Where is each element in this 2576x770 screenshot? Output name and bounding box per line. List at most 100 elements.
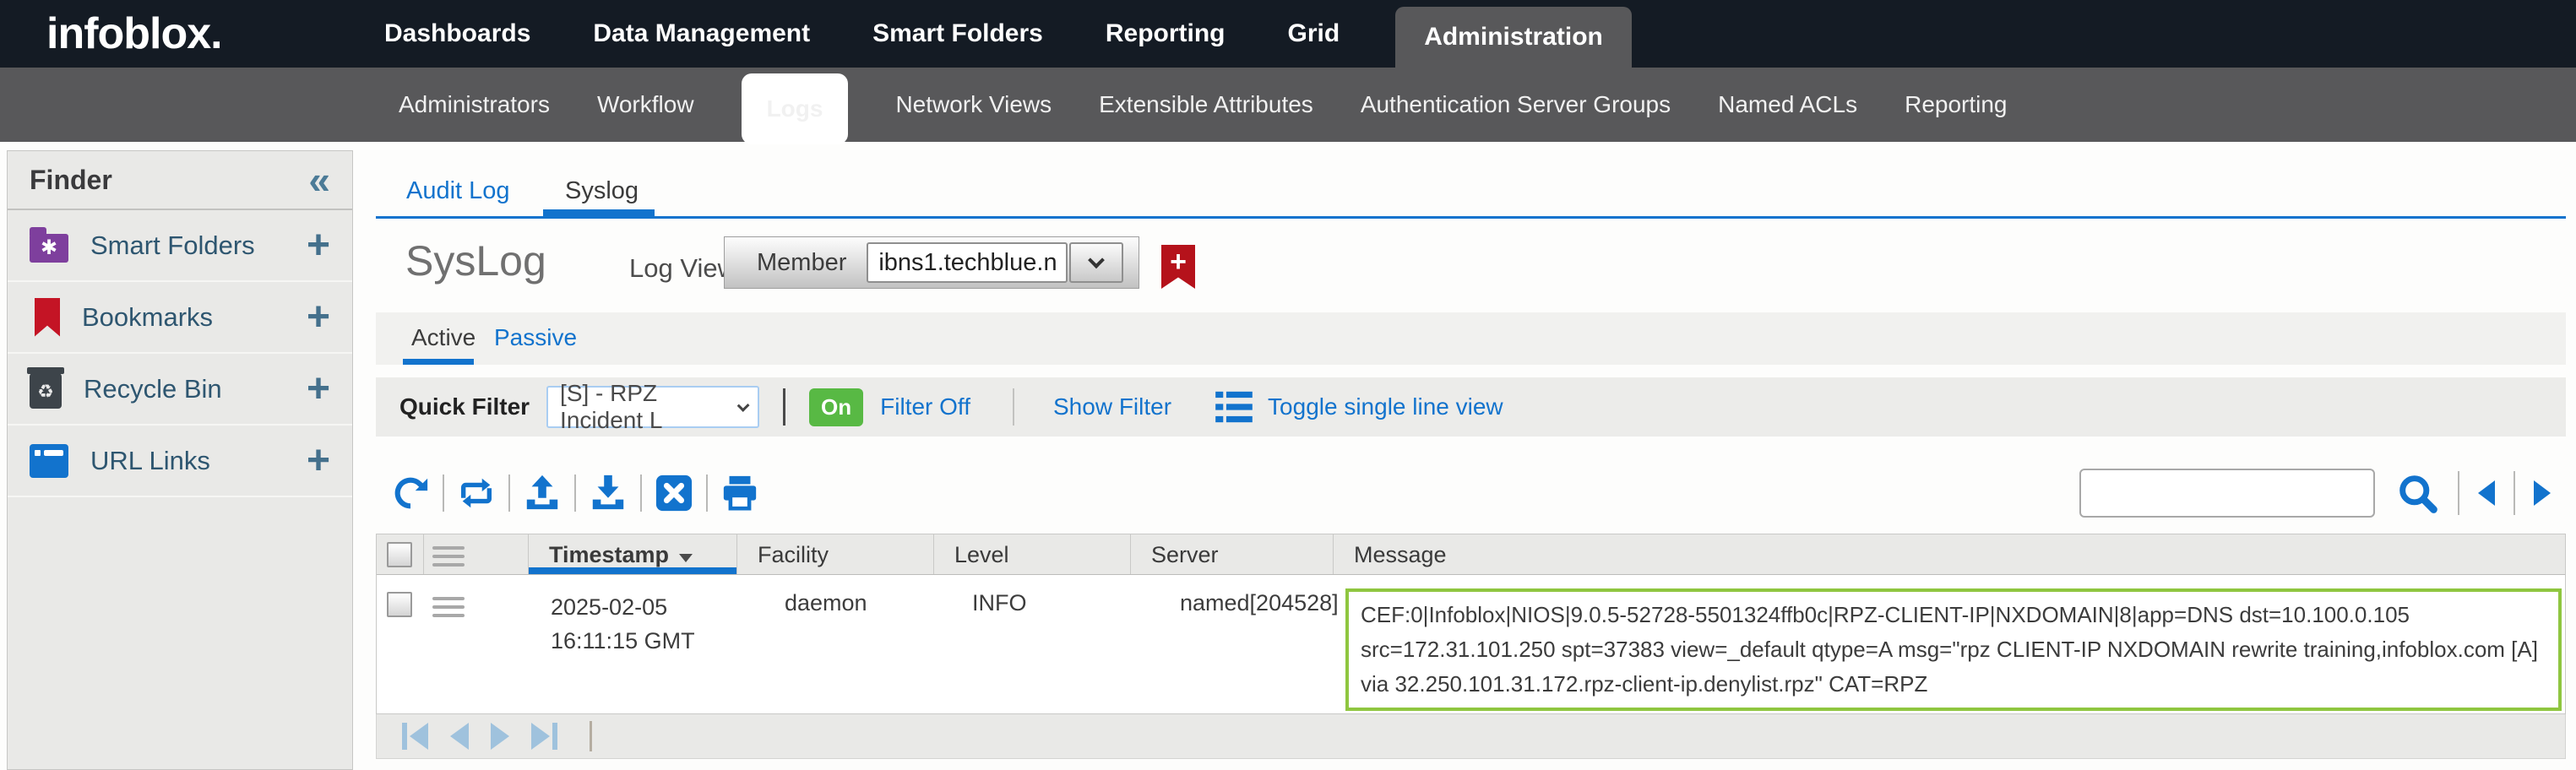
add-bookmark-button[interactable]: + <box>307 297 330 338</box>
row-drag-handle-icon[interactable] <box>432 597 529 617</box>
tab-passive[interactable]: Passive <box>494 324 577 351</box>
table-row[interactable]: 2025-02-05 16:11:15 GMT daemon INFO name… <box>377 575 2565 713</box>
search-icon[interactable] <box>2395 471 2439 515</box>
next-page-button[interactable] <box>491 723 509 750</box>
sub-nav-reporting[interactable]: Reporting <box>1905 91 2007 118</box>
member-input[interactable] <box>867 242 1068 283</box>
column-header-message[interactable]: Message <box>1334 534 2565 574</box>
cell-facility: daemon <box>737 575 934 713</box>
search-input[interactable] <box>2079 469 2375 518</box>
add-smart-folder-button[interactable]: + <box>307 225 330 266</box>
select-all-cell <box>377 534 424 574</box>
print-button[interactable] <box>715 474 764 512</box>
column-header-facility[interactable]: Facility <box>737 534 934 574</box>
top-nav-grid[interactable]: Grid <box>1288 19 1340 48</box>
divider <box>783 388 785 426</box>
divider <box>574 474 576 512</box>
sub-nav-extensible-attributes[interactable]: Extensible Attributes <box>1099 91 1313 118</box>
infoblox-logo[interactable]: infoblox. <box>46 0 222 68</box>
tab-syslog-active[interactable]: Syslog <box>565 177 639 205</box>
collapse-panel-icon[interactable]: « <box>308 155 330 205</box>
sub-nav-logs-active[interactable]: Logs <box>742 73 849 144</box>
prev-page-button[interactable] <box>450 723 469 750</box>
filter-on-toggle[interactable]: On <box>809 388 863 426</box>
top-nav-data-management[interactable]: Data Management <box>593 19 810 48</box>
top-nav-dashboards[interactable]: Dashboards <box>384 19 530 48</box>
main-content: Audit Log Syslog SysLog Log Viewer Membe… <box>376 142 2566 770</box>
sidebar-item-url-links[interactable]: URL Links + <box>8 426 352 497</box>
sub-nav-workflow[interactable]: Workflow <box>597 91 694 118</box>
sub-nav-network-views[interactable]: Network Views <box>895 91 1052 118</box>
column-header-timestamp[interactable]: Timestamp <box>529 534 737 574</box>
tab-audit-log[interactable]: Audit Log <box>406 177 510 205</box>
download-button[interactable] <box>584 474 633 512</box>
divider <box>508 474 510 512</box>
chevron-down-icon <box>737 399 750 411</box>
sub-nav-named-acls[interactable]: Named ACLs <box>1718 91 1857 118</box>
sidebar-item-recycle-bin[interactable]: Recycle Bin + <box>8 354 352 426</box>
divider <box>2458 471 2459 515</box>
member-selector: Member <box>724 236 1139 289</box>
sub-nav-auth-server-groups[interactable]: Authentication Server Groups <box>1361 91 1671 118</box>
sidebar-item-smart-folders[interactable]: Smart Folders + <box>8 210 352 282</box>
smart-folders-icon <box>30 234 68 263</box>
add-recycle-button[interactable]: + <box>307 369 330 409</box>
clear-button[interactable] <box>649 474 698 512</box>
table-toolbar <box>376 460 2566 536</box>
finder-header: Finder « <box>8 151 352 210</box>
finder-title: Finder <box>30 165 112 196</box>
cell-server: named[204528] <box>1131 575 1334 713</box>
select-all-checkbox[interactable] <box>387 542 412 567</box>
filter-off-link[interactable]: Filter Off <box>880 393 970 420</box>
row-checkbox[interactable] <box>387 592 412 617</box>
column-header-level[interactable]: Level <box>934 534 1131 574</box>
divider <box>590 721 592 751</box>
single-line-view-icon[interactable] <box>1215 390 1253 424</box>
row-menu-cell <box>424 575 529 713</box>
column-label: Timestamp <box>549 542 669 567</box>
recycle-bin-icon <box>30 373 62 409</box>
highlighted-message: CEF:0|Infoblox|NIOS|9.0.5-52728-5501324f… <box>1345 588 2562 711</box>
divider <box>1013 388 1014 426</box>
first-page-button[interactable] <box>402 723 428 750</box>
top-nav-administration-active[interactable]: Administration <box>1395 7 1632 68</box>
table-header-row: Timestamp Facility Level Server Message <box>377 534 2565 575</box>
search-next-icon[interactable] <box>2534 480 2551 506</box>
divider <box>2514 471 2515 515</box>
sidebar-item-label: URL Links <box>90 446 210 476</box>
member-label: Member <box>757 249 846 277</box>
bookmark-add-icon[interactable] <box>1161 245 1195 289</box>
quick-filter-select[interactable]: [S] - RPZ Incident L <box>546 386 759 428</box>
member-dropdown-button[interactable] <box>1069 242 1123 283</box>
column-header-server[interactable]: Server <box>1131 534 1334 574</box>
top-nav-bar: infoblox. Dashboards Data Management Sma… <box>0 0 2576 68</box>
sidebar-item-label: Smart Folders <box>90 230 255 261</box>
sorted-column-indicator <box>529 567 736 574</box>
top-nav-reporting[interactable]: Reporting <box>1106 19 1226 48</box>
sidebar-item-bookmarks[interactable]: Bookmarks + <box>8 282 352 354</box>
add-url-link-button[interactable]: + <box>307 441 330 481</box>
column-menu-icon[interactable] <box>432 546 528 567</box>
auto-refresh-button[interactable] <box>452 474 501 512</box>
row-select-cell <box>377 575 424 713</box>
message-line: via 32.250.101.31.172.rpz-client-ip.deny… <box>1361 667 2546 702</box>
refresh-button[interactable] <box>386 474 435 512</box>
active-passive-tabs: Active Passive <box>376 312 2566 365</box>
upload-button[interactable] <box>518 474 567 512</box>
cell-message: CEF:0|Infoblox|NIOS|9.0.5-52728-5501324f… <box>1334 575 2565 713</box>
quick-filter-bar: Quick Filter [S] - RPZ Incident L On Fil… <box>376 377 2566 437</box>
tab-underline <box>376 216 2566 219</box>
toggle-single-line-view-link[interactable]: Toggle single line view <box>1268 393 1503 420</box>
timestamp-time: 16:11:15 GMT <box>551 624 737 658</box>
tab-active-selected[interactable]: Active <box>411 324 476 351</box>
top-nav: Dashboards Data Management Smart Folders… <box>384 0 1632 68</box>
top-nav-smart-folders[interactable]: Smart Folders <box>872 19 1043 48</box>
show-filter-link[interactable]: Show Filter <box>1053 393 1171 420</box>
last-page-button[interactable] <box>531 723 557 750</box>
cell-level: INFO <box>934 575 1131 713</box>
admin-sub-nav: Administrators Workflow Logs Network Vie… <box>0 68 2576 142</box>
sub-nav-administrators[interactable]: Administrators <box>399 91 550 118</box>
message-line: src=172.31.101.250 spt=37383 view=_defau… <box>1361 632 2546 667</box>
divider <box>640 474 642 512</box>
search-prev-icon[interactable] <box>2478 480 2495 506</box>
